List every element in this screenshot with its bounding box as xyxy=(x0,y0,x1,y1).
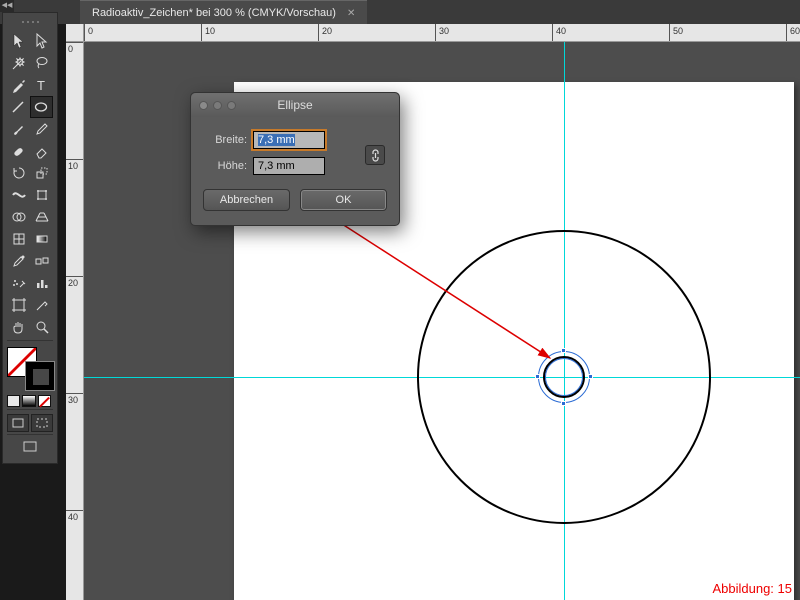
dialog-titlebar[interactable]: Ellipse xyxy=(191,93,399,117)
type-tool[interactable]: T xyxy=(30,74,53,96)
height-input[interactable] xyxy=(253,157,325,175)
fill-stroke-swatches[interactable] xyxy=(7,347,55,391)
ellipse-tool[interactable] xyxy=(30,96,53,118)
rotate-tool[interactable] xyxy=(7,162,30,184)
eyedropper-tool[interactable] xyxy=(7,250,30,272)
paintbrush-tool[interactable] xyxy=(7,118,30,140)
screen-mode-button[interactable] xyxy=(7,437,53,457)
svg-text:T: T xyxy=(37,78,45,93)
perspective-grid-tool[interactable] xyxy=(30,206,53,228)
artboard-tool[interactable] xyxy=(7,294,30,316)
direct-selection-tool[interactable] xyxy=(30,30,53,52)
document-tab-title: Radioaktiv_Zeichen* bei 300 % (CMYK/Vors… xyxy=(92,7,336,19)
lasso-tool[interactable] xyxy=(30,52,53,74)
shape-builder-tool[interactable] xyxy=(7,206,30,228)
blob-brush-tool[interactable] xyxy=(7,140,30,162)
selected-ellipse-inner[interactable] xyxy=(545,358,583,396)
width-input[interactable] xyxy=(253,131,325,149)
stroke-swatch[interactable] xyxy=(25,361,55,391)
dialog-title: Ellipse xyxy=(191,98,399,112)
ruler-tick-label: 30 xyxy=(439,26,449,36)
ruler-tick-label: 30 xyxy=(68,395,78,405)
vertical-ruler[interactable]: 0 10 20 30 40 xyxy=(66,42,84,600)
drawing-mode-normal[interactable] xyxy=(7,414,29,432)
panel-grip[interactable] xyxy=(7,21,53,26)
ruler-tick-label: 10 xyxy=(205,26,215,36)
ruler-tick-label: 40 xyxy=(556,26,566,36)
constrain-proportions-button[interactable] xyxy=(365,145,385,165)
hand-tool[interactable] xyxy=(7,316,30,338)
ruler-tick-label: 0 xyxy=(88,26,93,36)
height-label: Höhe: xyxy=(203,160,247,172)
anchor-point[interactable] xyxy=(561,348,566,353)
tool-panel: T xyxy=(2,12,58,464)
anchor-point[interactable] xyxy=(561,401,566,406)
color-mode-gradient[interactable] xyxy=(22,395,35,407)
drawing-mode-behind[interactable] xyxy=(31,414,53,432)
horizontal-ruler[interactable]: 0 10 20 30 40 50 60 xyxy=(84,24,800,42)
line-segment-tool[interactable] xyxy=(7,96,30,118)
pencil-tool[interactable] xyxy=(30,118,53,140)
ruler-tick-label: 40 xyxy=(68,512,78,522)
eraser-tool[interactable] xyxy=(30,140,53,162)
cancel-button[interactable]: Abbrechen xyxy=(203,189,290,211)
ruler-tick-label: 0 xyxy=(68,44,73,54)
close-icon[interactable]: ✕ xyxy=(347,8,355,19)
ruler-tick-label: 20 xyxy=(322,26,332,36)
magic-wand-tool[interactable] xyxy=(7,52,30,74)
column-graph-tool[interactable] xyxy=(30,272,53,294)
anchor-point[interactable] xyxy=(588,374,593,379)
blend-tool[interactable] xyxy=(30,250,53,272)
ruler-origin[interactable] xyxy=(66,24,84,42)
anchor-point[interactable] xyxy=(535,374,540,379)
ruler-tick-label: 60 xyxy=(790,26,800,36)
figure-caption: Abbildung: 15 xyxy=(712,581,792,596)
symbol-sprayer-tool[interactable] xyxy=(7,272,30,294)
document-tab[interactable]: Radioaktiv_Zeichen* bei 300 % (CMYK/Vors… xyxy=(80,0,367,24)
ruler-tick-label: 10 xyxy=(68,161,78,171)
ruler-tick-label: 50 xyxy=(673,26,683,36)
scale-tool[interactable] xyxy=(30,162,53,184)
color-mode-none[interactable] xyxy=(38,395,51,407)
ok-button[interactable]: OK xyxy=(300,189,387,211)
width-label: Breite: xyxy=(203,134,247,146)
panel-collapse-handle[interactable]: ◀◀ xyxy=(0,0,14,12)
mesh-tool[interactable] xyxy=(7,228,30,250)
color-mode-solid[interactable] xyxy=(7,395,20,407)
workspace: 0 10 20 30 40 50 60 0 10 20 30 40 xyxy=(66,24,800,600)
pen-tool[interactable] xyxy=(7,74,30,96)
gradient-tool[interactable] xyxy=(30,228,53,250)
ruler-tick-label: 20 xyxy=(68,278,78,288)
ellipse-dialog: Ellipse Breite: Höhe: Abbrechen OK xyxy=(190,92,400,226)
zoom-tool[interactable] xyxy=(30,316,53,338)
width-tool[interactable] xyxy=(7,184,30,206)
selection-tool[interactable] xyxy=(7,30,30,52)
free-transform-tool[interactable] xyxy=(30,184,53,206)
slice-tool[interactable] xyxy=(30,294,53,316)
